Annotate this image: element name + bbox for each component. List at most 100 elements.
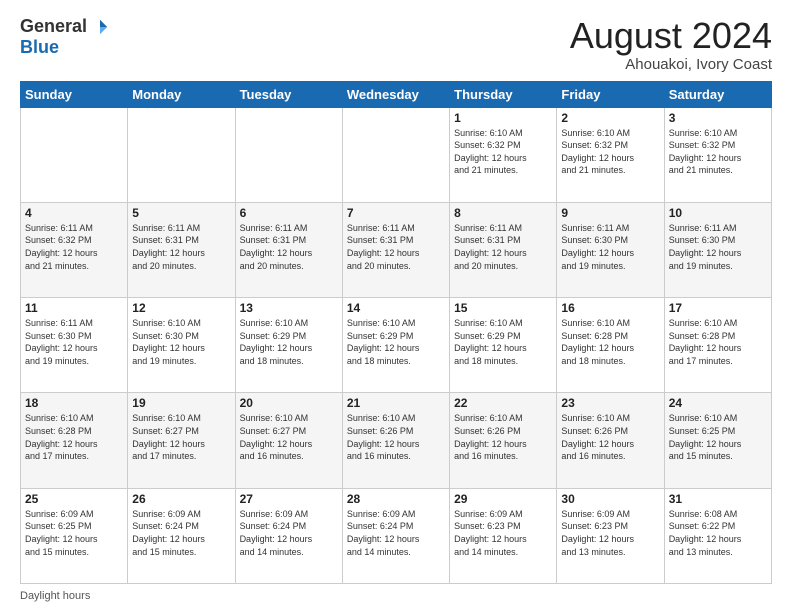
day-info: Sunrise: 6:10 AM Sunset: 6:27 PM Dayligh… [132,412,230,462]
calendar-cell: 16 Sunrise: 6:10 AM Sunset: 6:28 PM Dayli… [557,298,664,393]
calendar-cell: 23Sunrise: 6:10 AM Sunset: 6:26 PM Dayli… [557,393,664,488]
logo-general-text: General [20,16,87,37]
day-info: Sunrise: 6:10 AM Sunset: 6:32 PM Dayligh… [561,127,659,177]
calendar-cell: 17Sunrise: 6:10 AM Sunset: 6:28 PM Dayli… [664,298,771,393]
day-info: Sunrise: 6:11 AM Sunset: 6:32 PM Dayligh… [25,222,123,272]
day-number: 25 [25,492,123,506]
calendar-header-friday: Friday [557,81,664,107]
calendar-cell: 8 Sunrise: 6:11 AM Sunset: 6:31 PM Daylig… [450,202,557,297]
day-number: 5 [132,206,230,220]
calendar-cell: 22Sunrise: 6:10 AM Sunset: 6:26 PM Dayli… [450,393,557,488]
day-number: 16 [561,301,659,315]
calendar-cell: 31 Sunrise: 6:08 AM Sunset: 6:22 PM Dayli… [664,488,771,583]
calendar-cell: 26 Sunrise: 6:09 AM Sunset: 6:24 PM Dayli… [128,488,235,583]
calendar-cell: 12 Sunrise: 6:10 AM Sunset: 6:30 PM Dayli… [128,298,235,393]
logo: General Blue [20,16,109,58]
page: General Blue August 2024 Ahouakoi, Ivory… [0,0,792,612]
day-info: Sunrise: 6:10 AM Sunset: 6:25 PM Dayligh… [669,412,767,462]
day-number: 31 [669,492,767,506]
day-number: 1 [454,111,552,125]
calendar-header-saturday: Saturday [664,81,771,107]
day-info: Sunrise: 6:10 AM Sunset: 6:30 PM Dayligh… [132,317,230,367]
calendar-week-1: 1 Sunrise: 6:10 AM Sunset: 6:32 PM Daylig… [21,107,772,202]
calendar-header-tuesday: Tuesday [235,81,342,107]
calendar-cell: 5 Sunrise: 6:11 AM Sunset: 6:31 PM Daylig… [128,202,235,297]
day-info: Sunrise: 6:09 AM Sunset: 6:24 PM Dayligh… [240,508,338,558]
day-number: 3 [669,111,767,125]
calendar-cell: 20 Sunrise: 6:10 AM Sunset: 6:27 PM Dayli… [235,393,342,488]
day-info: Sunrise: 6:10 AM Sunset: 6:27 PM Dayligh… [240,412,338,462]
calendar-week-4: 18 Sunrise: 6:10 AM Sunset: 6:28 PM Dayli… [21,393,772,488]
day-number: 17 [669,301,767,315]
calendar-table: SundayMondayTuesdayWednesdayThursdayFrid… [20,81,772,584]
calendar-cell: 24 Sunrise: 6:10 AM Sunset: 6:25 PM Dayli… [664,393,771,488]
day-info: Sunrise: 6:08 AM Sunset: 6:22 PM Dayligh… [669,508,767,558]
calendar-cell: 11 Sunrise: 6:11 AM Sunset: 6:30 PM Dayli… [21,298,128,393]
day-number: 22 [454,396,552,410]
day-info: Sunrise: 6:11 AM Sunset: 6:30 PM Dayligh… [669,222,767,272]
day-number: 27 [240,492,338,506]
calendar-header-wednesday: Wednesday [342,81,449,107]
header: General Blue August 2024 Ahouakoi, Ivory… [20,16,772,73]
calendar-cell: 29Sunrise: 6:09 AM Sunset: 6:23 PM Dayli… [450,488,557,583]
calendar-cell: 15 Sunrise: 6:10 AM Sunset: 6:29 PM Dayli… [450,298,557,393]
footer: Daylight hours [20,590,772,602]
day-number: 26 [132,492,230,506]
day-number: 12 [132,301,230,315]
calendar-cell: 13 Sunrise: 6:10 AM Sunset: 6:29 PM Dayli… [235,298,342,393]
day-info: Sunrise: 6:10 AM Sunset: 6:29 PM Dayligh… [240,317,338,367]
day-info: Sunrise: 6:10 AM Sunset: 6:26 PM Dayligh… [561,412,659,462]
day-info: Sunrise: 6:11 AM Sunset: 6:31 PM Dayligh… [347,222,445,272]
day-number: 6 [240,206,338,220]
day-number: 30 [561,492,659,506]
day-info: Sunrise: 6:10 AM Sunset: 6:28 PM Dayligh… [561,317,659,367]
day-info: Sunrise: 6:10 AM Sunset: 6:26 PM Dayligh… [347,412,445,462]
calendar-cell: 9Sunrise: 6:11 AM Sunset: 6:30 PM Daylig… [557,202,664,297]
calendar-cell [128,107,235,202]
day-number: 20 [240,396,338,410]
day-number: 14 [347,301,445,315]
day-info: Sunrise: 6:10 AM Sunset: 6:29 PM Dayligh… [347,317,445,367]
day-number: 2 [561,111,659,125]
calendar-cell: 28 Sunrise: 6:09 AM Sunset: 6:24 PM Dayli… [342,488,449,583]
day-number: 8 [454,206,552,220]
calendar-header-sunday: Sunday [21,81,128,107]
calendar-cell: 2 Sunrise: 6:10 AM Sunset: 6:32 PM Daylig… [557,107,664,202]
calendar-cell [21,107,128,202]
day-number: 4 [25,206,123,220]
day-number: 10 [669,206,767,220]
calendar-header-thursday: Thursday [450,81,557,107]
day-number: 19 [132,396,230,410]
day-number: 11 [25,301,123,315]
calendar-cell: 25 Sunrise: 6:09 AM Sunset: 6:25 PM Dayli… [21,488,128,583]
calendar-cell: 1Sunrise: 6:10 AM Sunset: 6:32 PM Daylig… [450,107,557,202]
calendar-cell: 6Sunrise: 6:11 AM Sunset: 6:31 PM Daylig… [235,202,342,297]
location: Ahouakoi, Ivory Coast [570,56,772,73]
day-info: Sunrise: 6:09 AM Sunset: 6:24 PM Dayligh… [347,508,445,558]
day-number: 9 [561,206,659,220]
day-info: Sunrise: 6:09 AM Sunset: 6:24 PM Dayligh… [132,508,230,558]
logo-blue-text: Blue [20,37,59,57]
day-number: 28 [347,492,445,506]
day-number: 24 [669,396,767,410]
calendar-cell [235,107,342,202]
day-info: Sunrise: 6:09 AM Sunset: 6:23 PM Dayligh… [561,508,659,558]
day-info: Sunrise: 6:10 AM Sunset: 6:32 PM Dayligh… [669,127,767,177]
calendar-header-monday: Monday [128,81,235,107]
day-number: 18 [25,396,123,410]
day-number: 29 [454,492,552,506]
day-info: Sunrise: 6:09 AM Sunset: 6:25 PM Dayligh… [25,508,123,558]
day-info: Sunrise: 6:10 AM Sunset: 6:29 PM Dayligh… [454,317,552,367]
calendar-week-3: 11 Sunrise: 6:11 AM Sunset: 6:30 PM Dayli… [21,298,772,393]
calendar-cell: 27 Sunrise: 6:09 AM Sunset: 6:24 PM Dayli… [235,488,342,583]
calendar-cell: 4 Sunrise: 6:11 AM Sunset: 6:32 PM Daylig… [21,202,128,297]
day-info: Sunrise: 6:11 AM Sunset: 6:30 PM Dayligh… [25,317,123,367]
day-info: Sunrise: 6:11 AM Sunset: 6:31 PM Dayligh… [454,222,552,272]
calendar-cell: 30 Sunrise: 6:09 AM Sunset: 6:23 PM Dayli… [557,488,664,583]
day-number: 13 [240,301,338,315]
calendar-week-2: 4 Sunrise: 6:11 AM Sunset: 6:32 PM Daylig… [21,202,772,297]
day-info: Sunrise: 6:11 AM Sunset: 6:31 PM Dayligh… [132,222,230,272]
day-info: Sunrise: 6:10 AM Sunset: 6:28 PM Dayligh… [25,412,123,462]
day-number: 15 [454,301,552,315]
calendar-cell: 3 Sunrise: 6:10 AM Sunset: 6:32 PM Daylig… [664,107,771,202]
